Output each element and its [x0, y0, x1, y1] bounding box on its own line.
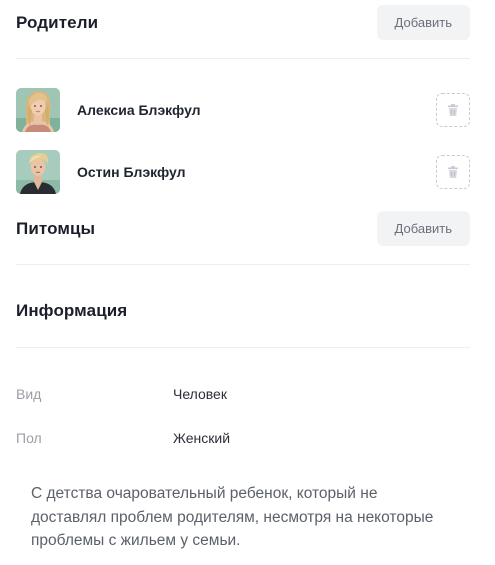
pets-header: Питомцы Добавить: [16, 211, 470, 246]
info-row-gender: Пол Женский: [16, 428, 470, 448]
info-row-species: Вид Человек: [16, 384, 470, 404]
parent-row: Алексиа Блэкфул: [16, 88, 470, 132]
info-label: Пол: [16, 430, 42, 446]
parent-name: Алексиа Блэкфул: [77, 102, 201, 118]
female-avatar[interactable]: [16, 88, 60, 132]
parent-row: Остин Блэкфул: [16, 150, 470, 194]
parents-header: Родители Добавить: [16, 5, 470, 40]
add-pet-button[interactable]: Добавить: [376, 211, 470, 246]
info-title: Информация: [16, 301, 128, 320]
pets-title: Питомцы: [16, 218, 96, 238]
parents-divider: [16, 58, 470, 59]
parents-title: Родители: [16, 12, 99, 32]
delete-parent-button[interactable]: [436, 155, 470, 189]
delete-parent-button[interactable]: [436, 93, 470, 127]
info-label: Вид: [16, 386, 42, 402]
sim-profile-panel: Родители Добавить Алексиа Блэкфул Остин …: [0, 0, 495, 565]
add-parent-button[interactable]: Добавить: [376, 5, 470, 40]
pets-divider: [16, 264, 470, 265]
male-avatar[interactable]: [16, 150, 60, 194]
trash-icon: [448, 104, 458, 116]
info-value: Женский: [173, 430, 231, 446]
biography-text: С детства очаровательный ребенок, которы…: [31, 485, 434, 549]
info-header: Информация: [16, 297, 470, 325]
parent-name: Остин Блэкфул: [77, 164, 186, 180]
info-divider: [16, 347, 470, 348]
info-value: Человек: [173, 386, 227, 402]
trash-icon: [448, 166, 458, 178]
